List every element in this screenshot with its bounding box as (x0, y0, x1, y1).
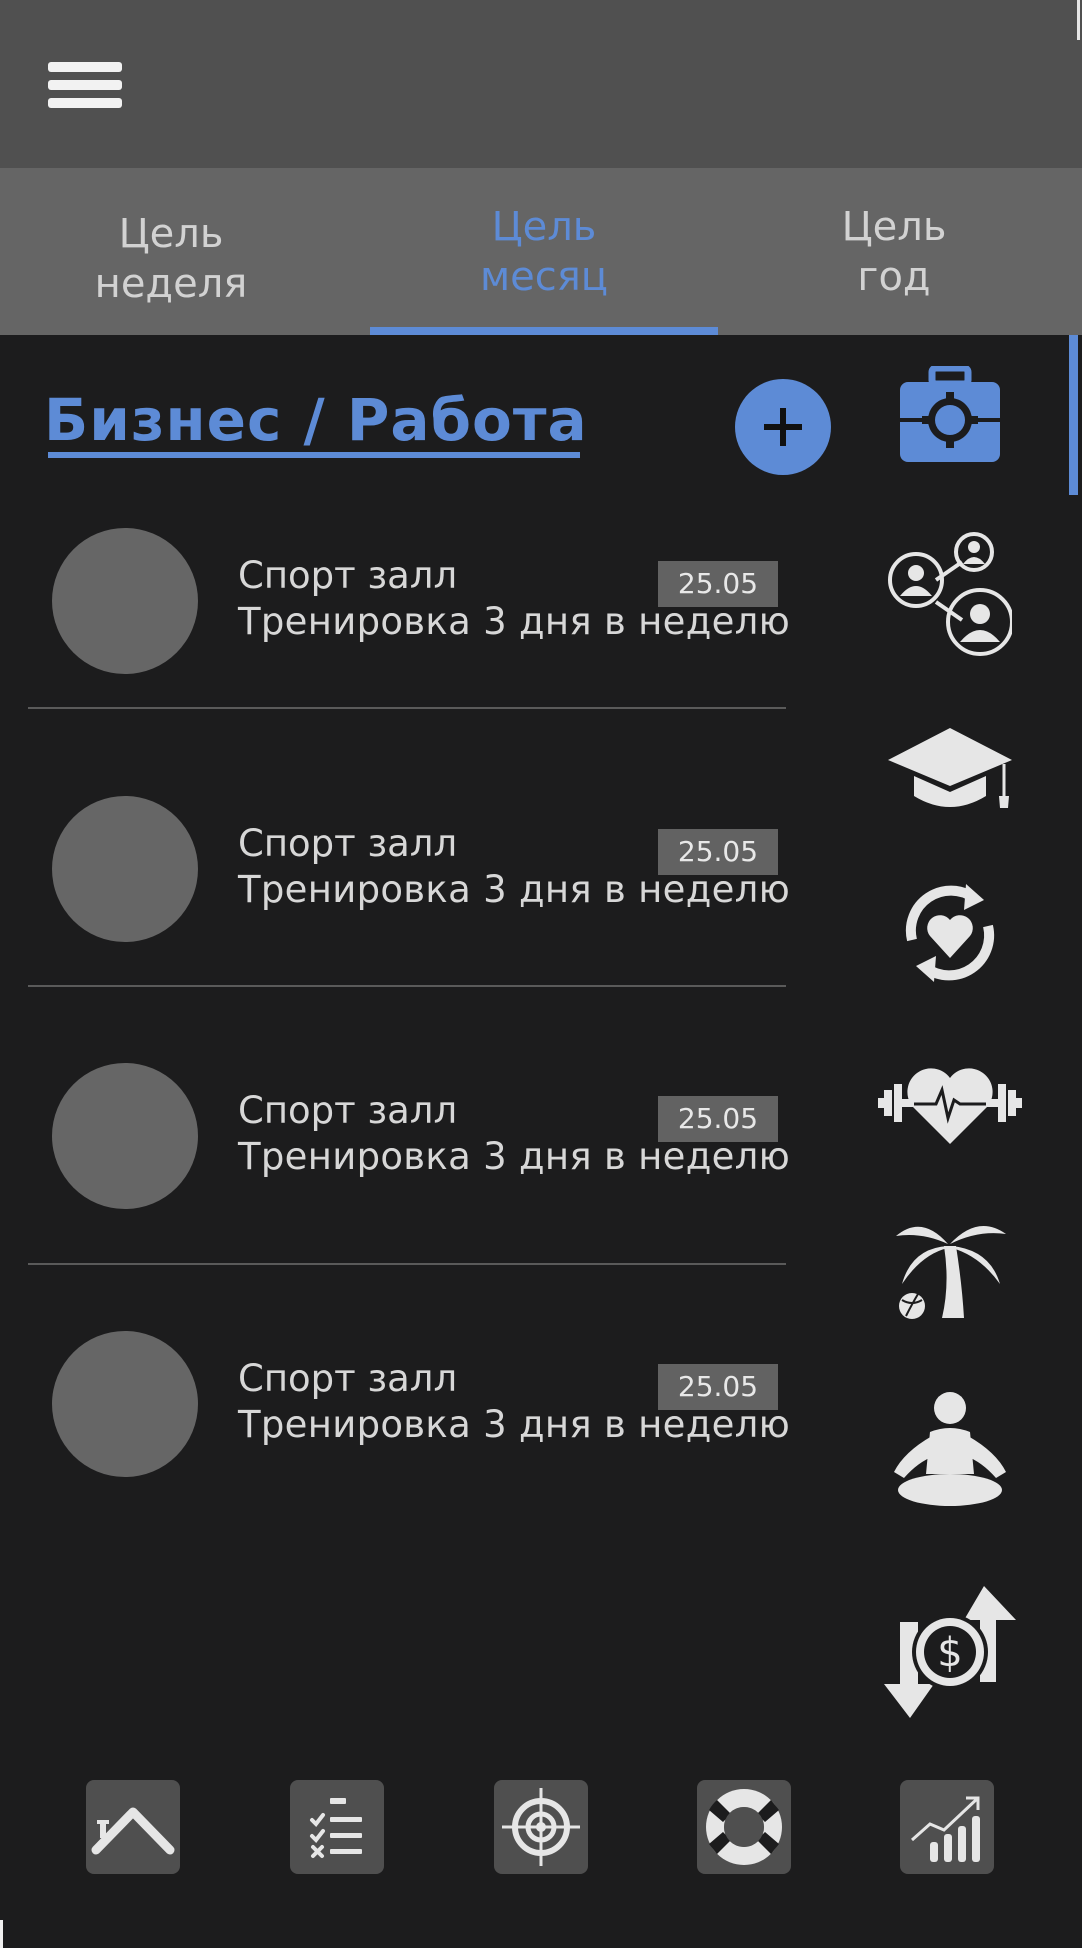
goal-avatar (52, 528, 198, 674)
goal-title: Спорт залл (238, 1089, 458, 1132)
goal-title: Спорт залл (238, 1357, 458, 1400)
scrollbar-thumb[interactable] (1069, 335, 1078, 495)
growth-chart-icon (911, 1796, 980, 1862)
nav-home-button[interactable] (86, 1780, 180, 1874)
palm-tree-ball-icon[interactable] (892, 1214, 1008, 1320)
tab-year-line1: Цель (841, 203, 947, 250)
goal-item[interactable]: Спорт залл Тренировка 3 дня в неделю 25.… (28, 1055, 790, 1323)
list-divider (28, 1263, 786, 1265)
goal-date-badge: 25.05 (658, 1096, 778, 1142)
home-icon (91, 1807, 175, 1855)
graduation-cap-icon[interactable] (886, 726, 1014, 810)
list-divider (28, 707, 786, 709)
period-tabs: Цель неделя Цель месяц Цель год (0, 168, 1082, 335)
goal-title: Спорт залл (238, 554, 458, 597)
app-header (0, 0, 1082, 168)
lifebuoy-icon (706, 1789, 782, 1865)
goal-avatar (52, 1063, 198, 1209)
category-title[interactable]: Бизнес / Работа (44, 380, 588, 460)
goal-date-badge: 25.05 (658, 829, 778, 875)
heart-cycle-icon[interactable] (898, 876, 1002, 990)
tab-goal-year[interactable]: Цель год (732, 168, 1056, 335)
nav-stats-button[interactable] (900, 1780, 994, 1874)
active-tab-indicator (370, 327, 718, 335)
window-edge (1077, 0, 1080, 40)
svg-text:$: $ (937, 1630, 962, 1676)
tab-week-line2: неделя (94, 260, 248, 307)
nav-lifebuoy-button[interactable] (697, 1780, 791, 1874)
money-exchange-icon[interactable]: $ (884, 1586, 1016, 1718)
people-network-icon[interactable] (886, 530, 1012, 658)
target-icon (502, 1788, 580, 1866)
goal-avatar (52, 1331, 198, 1477)
goal-item[interactable]: Спорт залл Тренировка 3 дня в неделю 25.… (28, 520, 790, 788)
window-corner-mark (0, 1920, 3, 1948)
tab-month-line2: месяц (479, 253, 609, 300)
checklist-icon (310, 1798, 362, 1858)
add-goal-button[interactable] (735, 379, 831, 475)
tab-goal-week[interactable]: Цель неделя (0, 168, 342, 335)
goal-date-badge: 25.05 (658, 1364, 778, 1410)
list-divider (28, 985, 786, 987)
meditation-icon[interactable] (890, 1390, 1010, 1514)
goal-item[interactable]: Спорт залл Тренировка 3 дня в неделю 25.… (28, 788, 790, 1056)
plus-icon (764, 408, 802, 446)
goal-item[interactable]: Спорт залл Тренировка 3 дня в неделю 25.… (28, 1323, 790, 1591)
nav-checklist-button[interactable] (290, 1780, 384, 1874)
goal-avatar (52, 796, 198, 942)
briefcase-gear-icon[interactable] (898, 366, 1002, 464)
nav-target-button[interactable] (494, 1780, 588, 1874)
tab-month-line1: Цель (491, 203, 597, 250)
tab-year-line2: год (857, 253, 931, 300)
hamburger-menu-icon[interactable] (44, 58, 128, 112)
tab-week-line1: Цель (118, 210, 224, 257)
goal-title: Спорт залл (238, 822, 458, 865)
tab-goal-month[interactable]: Цель месяц (370, 168, 718, 335)
category-title-underline (48, 452, 580, 458)
heart-dumbbell-icon[interactable] (876, 1060, 1024, 1146)
goal-date-badge: 25.05 (658, 561, 778, 607)
